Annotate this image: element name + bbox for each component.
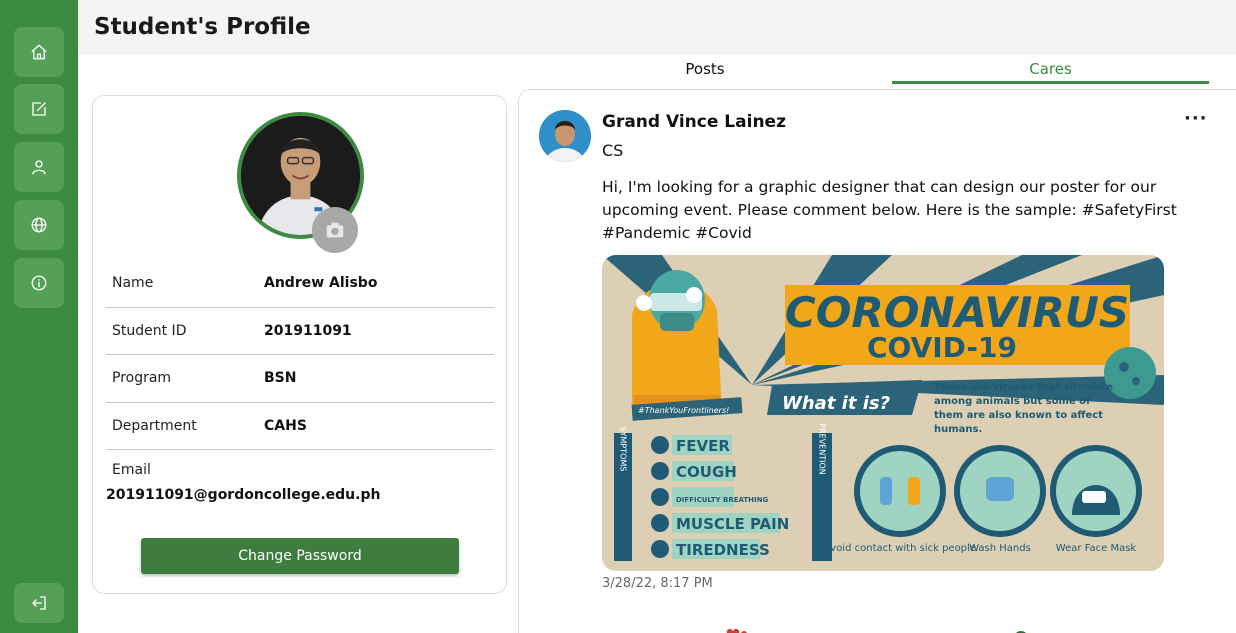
poster-symptom-breathing: DIFFICULTY BREATHING (676, 496, 768, 504)
comment-icon[interactable] (1014, 628, 1028, 633)
field-label: Department (112, 417, 197, 434)
field-value: Andrew Alisbo (264, 275, 378, 291)
page-title: Student's Profile (94, 14, 311, 40)
nav-info-button[interactable] (14, 258, 64, 308)
heart-icon[interactable] (726, 628, 748, 633)
poster-what-it-is: What it is? (782, 393, 890, 414)
post-body: Hi, I'm looking for a graphic designer t… (602, 178, 1177, 242)
poster-desc-3: them are also known to affect (934, 410, 1103, 421)
poster-symptom-cough: COUGH (676, 463, 737, 481)
poster-desc-4: humans. (934, 424, 982, 435)
info-icon (31, 275, 47, 291)
email-label: Email (112, 462, 151, 478)
post-author-name[interactable]: Grand Vince Lainez (602, 112, 786, 132)
email-value: 201911091@gordoncollege.edu.ph (106, 487, 381, 503)
page-header: Student's Profile (78, 0, 1236, 55)
info-row-department: Department CAHS (106, 403, 494, 450)
poster-prevention-wash: Wash Hands (969, 543, 1031, 554)
globe-icon (31, 217, 47, 233)
profile-info-table: Name Andrew Alisbo Student ID 201911091 … (106, 260, 494, 450)
poster-symptoms-label: SYMPTOMS (619, 427, 628, 472)
user-icon (32, 160, 46, 175)
nav-profile-button[interactable] (14, 142, 64, 192)
field-label: Program (112, 370, 172, 386)
field-value: 201911091 (264, 322, 352, 339)
field-value: BSN (264, 370, 297, 386)
poster-symptom-tiredness: TIREDNESS (676, 541, 770, 559)
coronavirus-poster: #ThankYouFrontliners! CORONAVIRUS COVID-… (602, 255, 1164, 571)
logout-button[interactable] (14, 583, 64, 623)
field-value: CAHS (264, 417, 307, 434)
poster-desc-2: among animals but some of (934, 396, 1091, 407)
post-author-avatar[interactable] (539, 110, 591, 162)
field-label: Name (112, 275, 154, 291)
tab-posts[interactable]: Posts (518, 60, 892, 84)
post-author-department: CS (602, 141, 624, 160)
poster-subhead: COVID-19 (867, 331, 1017, 364)
poster-headline: CORONAVIRUS (785, 288, 1129, 337)
nav-edit-button[interactable] (14, 84, 64, 134)
poster-symptom-muscle: MUSCLE PAIN (676, 515, 789, 533)
poster-desc-1: These are viruses that circulate (934, 382, 1113, 393)
info-row-name: Name Andrew Alisbo (106, 260, 494, 308)
tab-cares[interactable]: Cares (892, 60, 1209, 84)
post-timestamp: 3/28/22, 8:17 PM (602, 576, 713, 591)
post-image[interactable]: #ThankYouFrontliners! CORONAVIRUS COVID-… (602, 255, 1164, 571)
change-password-button[interactable]: Change Password (141, 538, 459, 574)
poster-symptom-fever: FEVER (676, 437, 730, 455)
change-photo-button[interactable] (312, 207, 358, 253)
poster-prevention-mask: Wear Face Mask (1056, 543, 1137, 554)
field-label: Student ID (112, 322, 187, 339)
logout-icon (32, 596, 46, 610)
poster-tag: #ThankYouFrontliners! (638, 406, 729, 415)
poster-prevention-contact: Avoid contact with sick people (824, 543, 976, 554)
poster-prevention-label: PREVENTION (818, 423, 827, 474)
info-row-student-id: Student ID 201911091 (106, 308, 494, 355)
author-photo (539, 110, 591, 162)
more-options-icon[interactable]: ··· (1184, 108, 1208, 129)
post-card: Grand Vince Lainez CS ··· Hi, I'm lookin… (518, 89, 1236, 633)
nav-globe-button[interactable] (14, 200, 64, 250)
edit-icon (32, 102, 46, 116)
profile-card: Name Andrew Alisbo Student ID 201911091 … (92, 95, 507, 594)
info-row-program: Program BSN (106, 355, 494, 403)
nav-home-button[interactable] (14, 27, 64, 77)
home-icon (31, 44, 47, 60)
camera-icon (326, 222, 344, 238)
sidebar (0, 0, 78, 633)
